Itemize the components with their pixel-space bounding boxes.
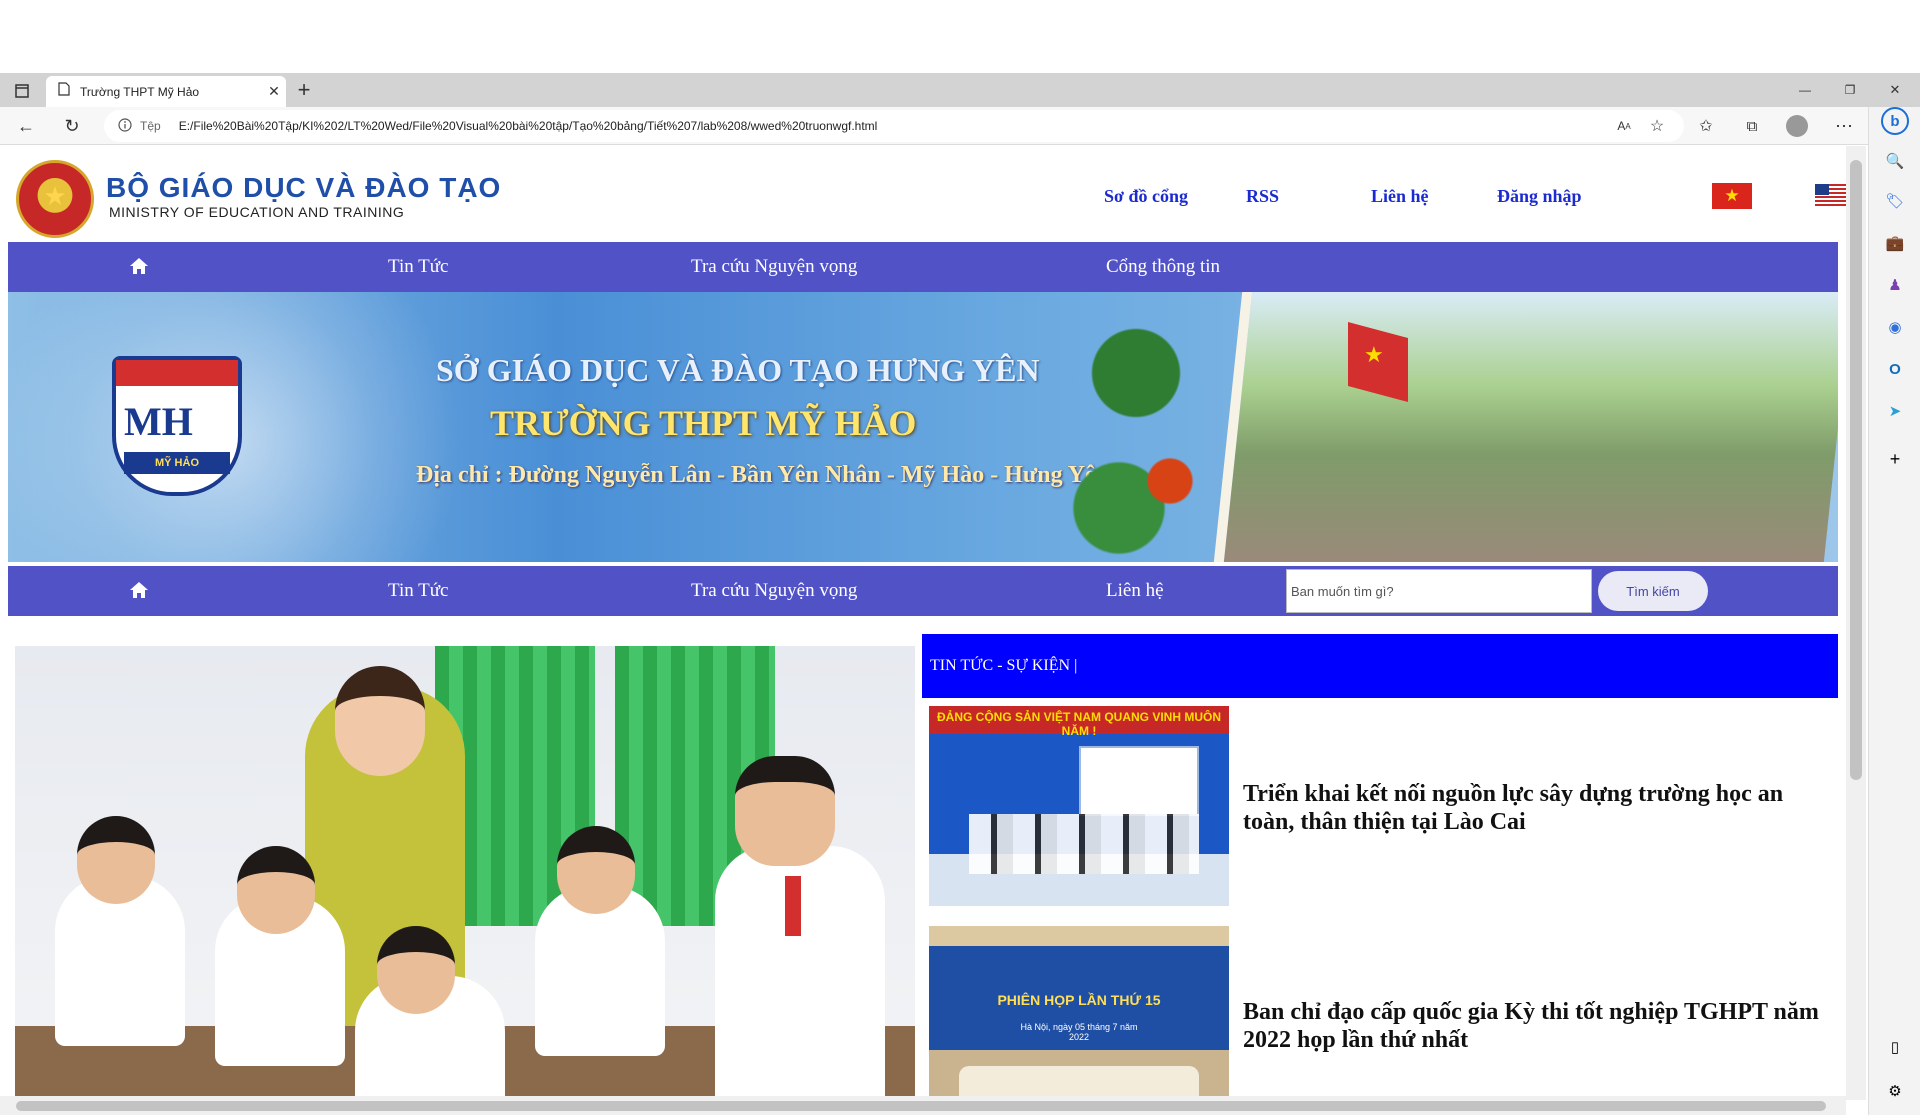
national-emblem-logo: ★ [16, 160, 94, 238]
thumb-people [969, 814, 1199, 874]
url-scheme-label: Tệp [140, 119, 161, 133]
photo-student-head [237, 846, 315, 934]
add-sidebar-app-icon[interactable]: + [1881, 445, 1909, 473]
classroom-photo [15, 646, 915, 1096]
thumb-screen-subtitle: Hà Nội, ngày 05 tháng 7 năm 2022 [1020, 1022, 1138, 1042]
site-header: ★ BỘ GIÁO DỤC VÀ ĐÀO TẠO MINISTRY OF EDU… [0, 146, 1846, 242]
photo-student-head [735, 756, 835, 866]
back-arrow-icon[interactable]: ← [14, 115, 38, 137]
us-flag-icon[interactable] [1815, 184, 1846, 206]
logo-top-band [116, 360, 238, 386]
banner-flag-star-icon: ★ [1364, 342, 1384, 367]
ministry-subtitle: MINISTRY OF EDUCATION AND TRAINING [109, 204, 405, 220]
page-icon [58, 82, 70, 101]
thumb-screen-title: PHIÊN HỌP LẦN THỨ 15 [997, 992, 1161, 1008]
news-thumbnail[interactable]: PHIÊN HỌP LẦN THỨ 15 Hà Nội, ngày 05 thá… [929, 926, 1229, 1096]
photo-student-head [557, 826, 635, 914]
banner-school-photo [1213, 292, 1838, 562]
vietnamese-flag-icon[interactable]: ★ [1712, 183, 1752, 209]
microsoft-365-icon[interactable]: ◉ [1881, 313, 1909, 341]
top-navbar: Tin Tức Tra cứu Nguyện vọng Cổng thông t… [8, 242, 1838, 292]
outlook-icon[interactable]: O [1881, 355, 1909, 383]
read-aloud-icon[interactable]: AA [1612, 115, 1636, 137]
contact-link[interactable]: Liên hệ [1371, 186, 1429, 207]
tab-close-icon[interactable]: ✕ [262, 83, 286, 100]
nav-news[interactable]: Tin Tức [388, 242, 448, 292]
vertical-scroll-thumb[interactable] [1850, 160, 1862, 780]
home-icon[interactable] [128, 579, 150, 601]
edge-sidebar: b 🔍 🏷 💼 ♟ ◉ O ➤ + ▯ ⚙ [1868, 107, 1920, 1115]
nav-aspiration-lookup[interactable]: Tra cứu Nguyện vọng [691, 242, 857, 292]
school-logo: MH MỸ HẢO [112, 356, 242, 496]
banner-address: Địa chỉ : Đường Nguyễn Lân - Bần Yên Nhâ… [416, 462, 1110, 488]
thumb-board [1079, 746, 1199, 816]
search-input[interactable] [1286, 569, 1592, 613]
banner-department: SỞ GIÁO DỤC VÀ ĐÀO TẠO HƯNG YÊN [436, 352, 1040, 388]
nav-contact[interactable]: Liên hệ [1106, 566, 1164, 616]
photo-student-head [77, 816, 155, 904]
banner-school-name: TRƯỜNG THPT MỸ HẢO [490, 403, 917, 443]
banner-glow [8, 292, 488, 562]
rss-link[interactable]: RSS [1246, 186, 1279, 207]
drop-send-icon[interactable]: ➤ [1881, 397, 1909, 425]
settings-gear-icon[interactable]: ⚙ [1881, 1077, 1909, 1105]
address-bar: ← ↻ Tệp E:/File%20Bài%20Tập/KI%202/LT%20… [0, 107, 1920, 145]
news-thumbnail[interactable]: ĐẢNG CỘNG SẢN VIỆT NAM QUANG VINH MUÔN N… [929, 706, 1229, 906]
sitemap-link[interactable]: Sơ đồ cổng [1104, 186, 1188, 207]
photo-teacher-head [335, 666, 425, 776]
home-icon[interactable] [128, 255, 150, 277]
tools-briefcase-icon[interactable]: 💼 [1881, 229, 1909, 257]
logo-text: MH [124, 399, 193, 444]
logo-name-band: MỸ HẢO [124, 452, 230, 474]
window-restore-button[interactable]: ❐ [1835, 79, 1865, 101]
window-close-button[interactable]: ✕ [1880, 79, 1910, 101]
games-icon[interactable]: ♟ [1881, 271, 1909, 299]
news-title[interactable]: Ban chỉ đạo cấp quốc gia Kỳ thi tốt nghi… [1243, 998, 1833, 1054]
new-tab-button[interactable]: + [292, 77, 316, 103]
banner-foliage [1068, 292, 1238, 562]
thumb-meeting-table [959, 1066, 1199, 1096]
school-banner: MH MỸ HẢO SỞ GIÁO DỤC VÀ ĐÀO TẠO HƯNG YÊ… [8, 292, 1838, 562]
add-favorite-icon[interactable]: ☆ [1645, 115, 1669, 137]
nav-portal[interactable]: Cổng thông tin [1106, 242, 1220, 292]
browser-tab[interactable]: Trường THPT Mỹ Hảo ✕ [46, 76, 286, 107]
nav-news[interactable]: Tin Tức [388, 566, 448, 616]
url-text[interactable]: E:/File%20Bài%20Tập/KI%202/LT%20Wed/File… [179, 119, 878, 133]
tab-actions-icon[interactable] [12, 81, 32, 101]
horizontal-scroll-thumb[interactable] [16, 1101, 1826, 1111]
tab-title: Trường THPT Mỹ Hảo [80, 84, 200, 99]
thumb-banner-text: ĐẢNG CỘNG SẢN VIỆT NAM QUANG VINH MUÔN N… [936, 710, 1221, 738]
photo-student-head [377, 926, 455, 1014]
refresh-icon[interactable]: ↻ [60, 115, 84, 137]
info-icon[interactable] [118, 117, 132, 135]
window-minimize-button[interactable]: — [1790, 79, 1820, 101]
shopping-tag-icon[interactable]: 🏷 [1881, 187, 1909, 215]
web-page: ★ BỘ GIÁO DỤC VÀ ĐÀO TẠO MINISTRY OF EDU… [0, 146, 1846, 1096]
profile-avatar[interactable] [1786, 115, 1808, 137]
collections-icon[interactable]: ⧉ [1740, 115, 1764, 137]
nav-aspiration-lookup[interactable]: Tra cứu Nguyện vọng [691, 566, 857, 616]
browser-tab-bar: Trường THPT Mỹ Hảo ✕ + — ❐ ✕ [0, 73, 1920, 107]
ministry-title: BỘ GIÁO DỤC VÀ ĐÀO TẠO [106, 172, 502, 203]
search-button[interactable]: Tìm kiếm [1598, 571, 1708, 611]
news-section-header: TIN TỨC - SỰ KIỆN | [922, 634, 1838, 698]
search-icon[interactable]: 🔍 [1881, 147, 1909, 175]
photo-red-scarf [785, 876, 801, 936]
sidebar-layout-icon[interactable]: ▯ [1881, 1033, 1909, 1061]
bing-copilot-icon[interactable]: b [1881, 107, 1909, 135]
login-link[interactable]: Đăng nhập [1497, 186, 1582, 207]
news-title[interactable]: Triển khai kết nối nguồn lực sây dựng tr… [1243, 780, 1833, 836]
favorites-icon[interactable]: ✩ [1694, 115, 1718, 137]
url-field[interactable]: Tệp E:/File%20Bài%20Tập/KI%202/LT%20Wed/… [104, 110, 1684, 142]
secondary-navbar: Tin Tức Tra cứu Nguyện vọng Liên hệ Tìm … [8, 566, 1838, 616]
more-options-icon[interactable]: ⋯ [1832, 115, 1856, 137]
